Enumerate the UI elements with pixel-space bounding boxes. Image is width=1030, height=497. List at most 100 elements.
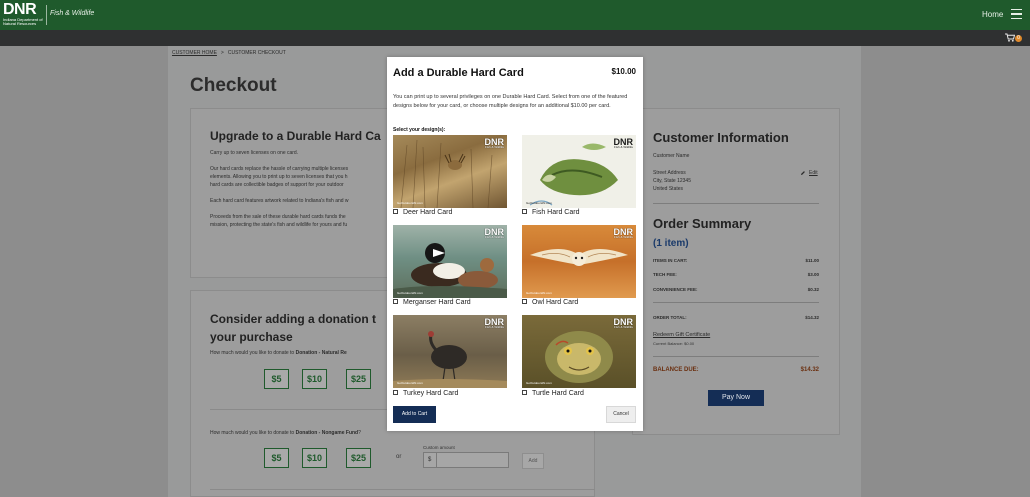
summary-row-convenience-fee: CONVENIENCE FEE: $0.32 bbox=[653, 287, 819, 292]
donation-divider-2 bbox=[210, 489, 595, 490]
card-url: GoOutdoorsIN.com bbox=[526, 201, 552, 205]
card-url: GoOutdoorsIN.com bbox=[397, 291, 423, 295]
fish-option[interactable]: Fish Hard Card bbox=[522, 209, 579, 216]
upgrade-text-2c: hard cards are collectible badges of sup… bbox=[210, 182, 344, 188]
cancel-button[interactable]: Cancel bbox=[606, 406, 636, 423]
card-brand-sub: Fish & Wildlife bbox=[484, 325, 504, 329]
add-to-cart-button[interactable]: Add to Cart bbox=[393, 406, 436, 423]
logo-divider bbox=[46, 5, 47, 25]
turtle-label: Turtle Hard Card bbox=[532, 390, 584, 397]
breadcrumb-separator: > bbox=[220, 50, 224, 56]
card-url: GoOutdoorsIN.com bbox=[397, 201, 423, 205]
row-value: $3.00 bbox=[807, 272, 819, 277]
merganser-card-image[interactable]: DNR Fish & Wildlife GoOutdoorsIN.com bbox=[393, 225, 507, 298]
input-divider bbox=[436, 453, 437, 467]
menu-icon[interactable] bbox=[1011, 9, 1022, 19]
upgrade-text-1: Carry up to seven licenses on one card. bbox=[210, 150, 299, 156]
donate-25-button[interactable]: $25 bbox=[346, 369, 371, 389]
edit-customer-link[interactable]: Edit bbox=[800, 170, 818, 176]
dnr-logo[interactable]: DNR Indiana Department of Natural Resour… bbox=[3, 2, 45, 27]
summary-row-total: ORDER TOTAL: $14.32 bbox=[653, 315, 819, 320]
deer-checkbox[interactable] bbox=[393, 209, 398, 215]
dollar-sign: $ bbox=[428, 457, 432, 463]
turtle-option[interactable]: Turtle Hard Card bbox=[522, 390, 584, 397]
turkey-checkbox[interactable] bbox=[393, 390, 398, 396]
customer-name: Customer Name bbox=[653, 153, 690, 159]
deer-card-image[interactable]: DNR Fish & Wildlife GoOutdoorsIN.com bbox=[393, 135, 507, 208]
upgrade-text-2a: Our hard cards replace the hassle of car… bbox=[210, 166, 349, 172]
breadcrumb: CUSTOMER HOME > CUSTOMER CHECKOUT bbox=[172, 50, 286, 56]
upgrade-text-4a: Proceeds from the sale of these durable … bbox=[210, 214, 346, 220]
summary-divider-mid bbox=[653, 302, 819, 303]
hard-card-modal: Add a Durable Hard Card $10.00 You can p… bbox=[387, 57, 643, 431]
dnr-card-logo: DNR Fish & Wildlife bbox=[614, 138, 634, 149]
owl-card-image[interactable]: DNR Fish & Wildlife GoOutdoorsIN.com bbox=[522, 225, 636, 298]
merganser-label: Merganser Hard Card bbox=[403, 299, 471, 306]
donate-10-button[interactable]: $10 bbox=[302, 369, 327, 389]
add-donation-button[interactable]: Add bbox=[522, 453, 544, 469]
balance-due-row: BALANCE DUE: $14.32 bbox=[653, 367, 819, 373]
edit-label: Edit bbox=[809, 170, 818, 177]
breadcrumb-home-link[interactable]: CUSTOMER HOME bbox=[172, 50, 217, 56]
donation-title-2: your purchase bbox=[210, 330, 293, 344]
breadcrumb-current: CUSTOMER CHECKOUT bbox=[227, 50, 286, 56]
customer-city: City, State 12345 bbox=[653, 178, 691, 184]
row-value: $0.32 bbox=[807, 287, 819, 292]
row-value: $11.00 bbox=[805, 258, 819, 263]
summary-row-items: ITEMS IN CART: $11.00 bbox=[653, 258, 819, 263]
order-item-count: (1 item) bbox=[653, 238, 689, 249]
owl-option[interactable]: Owl Hard Card bbox=[522, 299, 578, 306]
row-label: CONVENIENCE FEE: bbox=[653, 287, 698, 292]
redeem-gift-certificate-link[interactable]: Redeem Gift Certificate bbox=[653, 332, 710, 338]
turkey-label: Turkey Hard Card bbox=[403, 390, 459, 397]
upgrade-title: Upgrade to a Durable Hard Ca bbox=[210, 129, 381, 143]
merganser-option[interactable]: Merganser Hard Card bbox=[393, 299, 471, 306]
select-designs-label: Select your design(s): bbox=[393, 127, 446, 133]
merganser-checkbox[interactable] bbox=[393, 299, 398, 305]
turtle-card-image[interactable]: DNR Fish & Wildlife GoOutdoorsIN.com bbox=[522, 315, 636, 388]
question-2-prefix: How much would you like to donate to bbox=[210, 430, 296, 436]
modal-title: Add a Durable Hard Card bbox=[393, 67, 524, 79]
dnr-card-logo: DNR Fish & Wildlife bbox=[485, 318, 505, 329]
summary-divider-top bbox=[653, 203, 819, 204]
custom-amount-label: Custom amount bbox=[423, 445, 455, 450]
donate-5-button-nongame[interactable]: $5 bbox=[264, 448, 289, 468]
pay-now-button[interactable]: Pay Now bbox=[708, 390, 764, 406]
card-brand-sub: Fish & Wildlife bbox=[613, 325, 633, 329]
owl-checkbox[interactable] bbox=[522, 299, 527, 305]
customer-country: United States bbox=[653, 186, 684, 192]
pencil-icon bbox=[801, 171, 805, 175]
fish-card-image[interactable]: DNR Fish & Wildlife GoOutdoorsIN.com bbox=[522, 135, 636, 208]
card-brand-sub: Fish & Wildlife bbox=[484, 145, 504, 149]
dnr-card-logo: DNR Fish & Wildlife bbox=[614, 228, 634, 239]
division-name: Fish & Wildlife bbox=[50, 10, 95, 17]
or-label: or bbox=[396, 454, 402, 460]
card-brand-sub: Fish & Wildlife bbox=[613, 145, 633, 149]
turkey-card-image[interactable]: DNR Fish & Wildlife GoOutdoorsIN.com bbox=[393, 315, 507, 388]
fish-checkbox[interactable] bbox=[522, 209, 527, 215]
donate-10-button-nongame[interactable]: $10 bbox=[302, 448, 327, 468]
order-summary-title: Order Summary bbox=[653, 216, 752, 231]
total-label: ORDER TOTAL: bbox=[653, 315, 687, 320]
modal-price: $10.00 bbox=[611, 67, 636, 76]
row-label: TECH FEE: bbox=[653, 272, 677, 277]
turtle-checkbox[interactable] bbox=[522, 390, 527, 396]
cart-icon[interactable] bbox=[1005, 33, 1015, 42]
upgrade-text-2b: elements. Allowing you to print up to se… bbox=[210, 174, 348, 180]
donation-question-1: How much would you like to donate to Don… bbox=[210, 349, 347, 357]
deer-label: Deer Hard Card bbox=[403, 209, 453, 216]
dnr-card-logo: DNR Fish & Wildlife bbox=[485, 138, 505, 149]
custom-amount-input[interactable]: $ bbox=[423, 452, 509, 468]
question-2-suffix: ? bbox=[358, 430, 361, 436]
donate-5-button[interactable]: $5 bbox=[264, 369, 289, 389]
nav-home-link[interactable]: Home bbox=[982, 10, 1003, 19]
deer-option[interactable]: Deer Hard Card bbox=[393, 209, 452, 216]
current-balance: Current Balance: $0.00 bbox=[653, 341, 695, 346]
question-2-fund: Donation - Nongame Fund bbox=[295, 430, 359, 436]
total-value: $14.32 bbox=[805, 315, 819, 320]
card-url: GoOutdoorsIN.com bbox=[526, 381, 552, 385]
donate-25-button-nongame[interactable]: $25 bbox=[346, 448, 371, 468]
donation-title: Consider adding a donation t bbox=[210, 312, 376, 326]
dnr-card-logo: DNR Fish & Wildlife bbox=[485, 228, 505, 239]
turkey-option[interactable]: Turkey Hard Card bbox=[393, 390, 458, 397]
